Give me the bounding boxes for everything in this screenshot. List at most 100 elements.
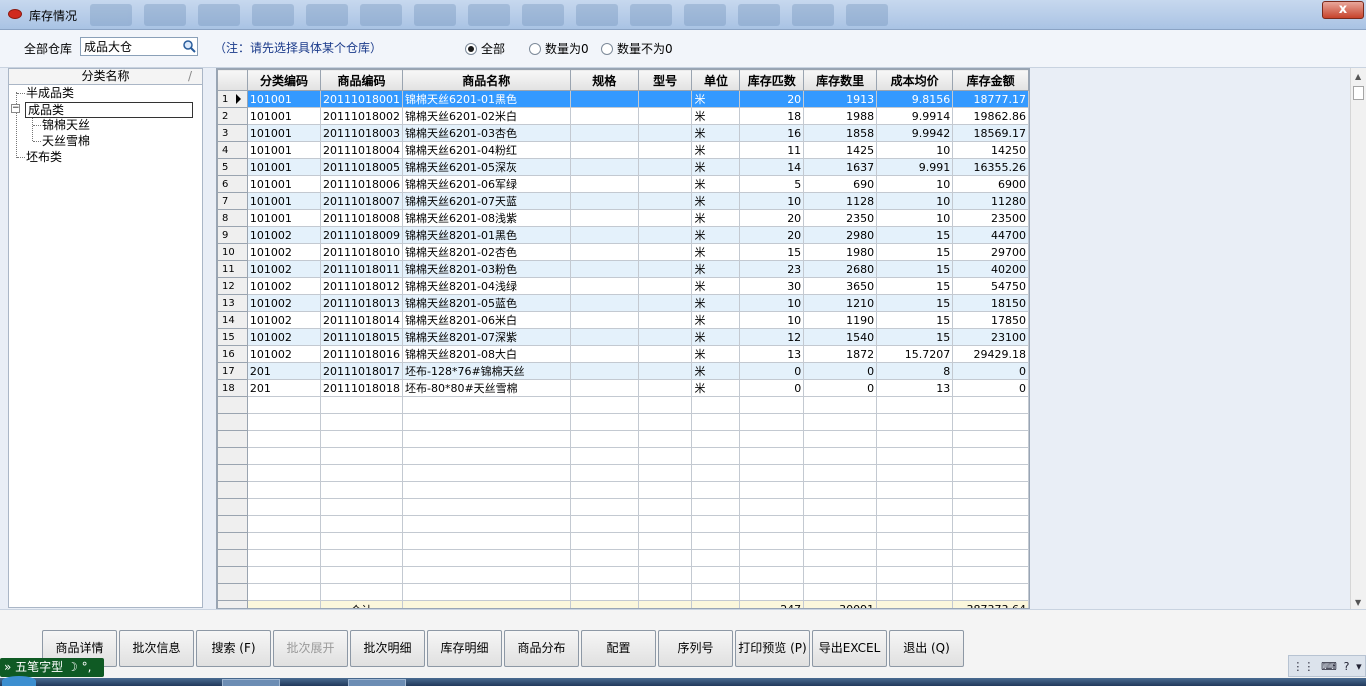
ime-indicator[interactable]: » 五笔字型 ☽ °,	[0, 658, 104, 677]
table-cell[interactable]: 101001	[246, 209, 322, 227]
table-cell[interactable]: 0	[803, 379, 878, 397]
keyboard-icon[interactable]: ⌨	[1321, 660, 1337, 673]
table-cell[interactable]: 15	[876, 243, 954, 261]
row-number-cell[interactable]: 5	[217, 158, 248, 176]
table-cell[interactable]: 20111018017	[320, 362, 403, 380]
table-cell[interactable]: 15	[876, 277, 954, 295]
row-number-cell[interactable]: 8	[217, 209, 248, 227]
table-cell[interactable]: 101001	[246, 192, 322, 210]
table-cell[interactable]: 10	[876, 141, 954, 159]
table-cell[interactable]: 1872	[803, 345, 878, 363]
table-cell[interactable]: 1190	[803, 311, 878, 329]
action-button[interactable]: 序列号	[658, 630, 733, 667]
table-cell[interactable]: 锦棉天丝8201-04浅绿	[402, 277, 571, 295]
table-cell[interactable]: 0	[739, 362, 805, 380]
table-cell[interactable]	[637, 226, 693, 244]
column-header[interactable]: 成本均价	[876, 69, 954, 91]
radio-all[interactable]: 全部	[465, 40, 505, 57]
table-cell[interactable]: 坯布-128*76#锦棉天丝	[402, 362, 571, 380]
table-cell[interactable]: 锦棉天丝8201-05蓝色	[402, 294, 571, 312]
table-cell[interactable]: 29429.18	[952, 345, 1029, 363]
table-cell[interactable]: 15	[876, 328, 954, 346]
table-cell[interactable]: 101002	[246, 277, 322, 295]
table-cell[interactable]: 20111018008	[320, 209, 403, 227]
table-cell[interactable]: 1980	[803, 243, 878, 261]
table-cell[interactable]: 锦棉天丝8201-08大白	[402, 345, 571, 363]
scroll-thumb[interactable]	[1353, 86, 1364, 100]
table-cell[interactable]: 20111018009	[320, 226, 403, 244]
table-cell[interactable]: 锦棉天丝6201-02米白	[402, 107, 571, 125]
table-cell[interactable]: 1913	[803, 90, 878, 108]
table-cell[interactable]: 101002	[246, 260, 322, 278]
radio-all-dot[interactable]	[465, 42, 477, 55]
table-cell[interactable]	[637, 175, 693, 193]
table-cell[interactable]: 15	[876, 294, 954, 312]
table-cell[interactable]	[637, 345, 693, 363]
table-cell[interactable]: 44700	[952, 226, 1029, 244]
table-cell[interactable]: 14250	[952, 141, 1029, 159]
table-cell[interactable]: 1425	[803, 141, 878, 159]
table-cell[interactable]: 米	[691, 294, 741, 312]
table-cell[interactable]: 13	[876, 379, 954, 397]
action-button[interactable]: 库存明细	[427, 630, 502, 667]
row-number-cell[interactable]: 10	[217, 243, 248, 261]
taskbar-tab[interactable]	[348, 679, 406, 686]
table-cell[interactable]	[569, 141, 639, 159]
table-cell[interactable]: 10	[876, 209, 954, 227]
table-cell[interactable]	[637, 107, 693, 125]
table-cell[interactable]: 19862.86	[952, 107, 1029, 125]
table-cell[interactable]: 米	[691, 192, 741, 210]
table-row[interactable]: 14 101002 20111018014 锦棉天丝8201-06米白米 10 1190 1…	[217, 311, 1029, 329]
table-cell[interactable]: 20111018003	[320, 124, 403, 142]
table-cell[interactable]: 锦棉天丝8201-01黑色	[402, 226, 571, 244]
table-cell[interactable]: 11	[739, 141, 805, 159]
table-cell[interactable]	[569, 294, 639, 312]
start-orb-icon[interactable]	[2, 676, 36, 686]
table-cell[interactable]: 3650	[803, 277, 878, 295]
table-cell[interactable]: 10	[739, 192, 805, 210]
table-cell[interactable]: 20	[739, 90, 805, 108]
tree-node-tiansi-xuemian[interactable]: 天丝雪棉	[42, 134, 90, 148]
table-cell[interactable]: 1128	[803, 192, 878, 210]
table-cell[interactable]: 201	[246, 379, 322, 397]
tree-node-jinmian-tiansi[interactable]: 锦棉天丝	[42, 118, 90, 132]
sort-icon[interactable]: /	[188, 69, 192, 84]
table-cell[interactable]	[637, 294, 693, 312]
table-cell[interactable]	[569, 277, 639, 295]
table-cell[interactable]: 20111018004	[320, 141, 403, 159]
table-cell[interactable]: 101002	[246, 294, 322, 312]
table-cell[interactable]: 20111018011	[320, 260, 403, 278]
table-cell[interactable]: 10	[739, 311, 805, 329]
table-cell[interactable]: 锦棉天丝6201-04粉红	[402, 141, 571, 159]
table-cell[interactable]: 690	[803, 175, 878, 193]
table-cell[interactable]: 11280	[952, 192, 1029, 210]
table-cell[interactable]: 101001	[246, 124, 322, 142]
table-cell[interactable]: 锦棉天丝6201-06军绿	[402, 175, 571, 193]
column-header[interactable]: 规格	[569, 69, 639, 91]
column-header[interactable]: 库存数里	[803, 69, 878, 91]
table-cell[interactable]: 101002	[246, 311, 322, 329]
table-row[interactable]: 10 101002 20111018010 锦棉天丝8201-02杏色米 15 1980 1…	[217, 243, 1029, 261]
table-cell[interactable]: 米	[691, 209, 741, 227]
table-cell[interactable]: 18777.17	[952, 90, 1029, 108]
table-cell[interactable]: 米	[691, 226, 741, 244]
table-cell[interactable]: 9.991	[876, 158, 954, 176]
table-row[interactable]: 15 101002 20111018015 锦棉天丝8201-07深紫米 12 1540 1…	[217, 328, 1029, 346]
action-button[interactable]: 配置	[581, 630, 656, 667]
table-cell[interactable]: 201	[246, 362, 322, 380]
table-cell[interactable]: 15	[876, 260, 954, 278]
close-button[interactable]: x	[1322, 1, 1364, 19]
table-cell[interactable]	[637, 379, 693, 397]
tree-node-semi-finished[interactable]: 半成品类	[26, 86, 74, 100]
radio-qty-nonzero-dot[interactable]	[601, 42, 613, 55]
table-cell[interactable]: 米	[691, 243, 741, 261]
table-cell[interactable]	[569, 107, 639, 125]
inventory-grid[interactable]: 分类编码 商品编码 商品名称 规格 型号 单位 库存匹数 库存数里 成本均价 库存金额 1 1010…	[216, 68, 1030, 609]
table-cell[interactable]: 13	[739, 345, 805, 363]
row-number-cell[interactable]: 4	[217, 141, 248, 159]
action-button[interactable]: 搜索 (F)	[196, 630, 271, 667]
row-number-cell[interactable]: 17	[217, 362, 248, 380]
column-header[interactable]: 商品名称	[402, 69, 571, 91]
table-cell[interactable]	[637, 260, 693, 278]
table-cell[interactable]	[637, 141, 693, 159]
